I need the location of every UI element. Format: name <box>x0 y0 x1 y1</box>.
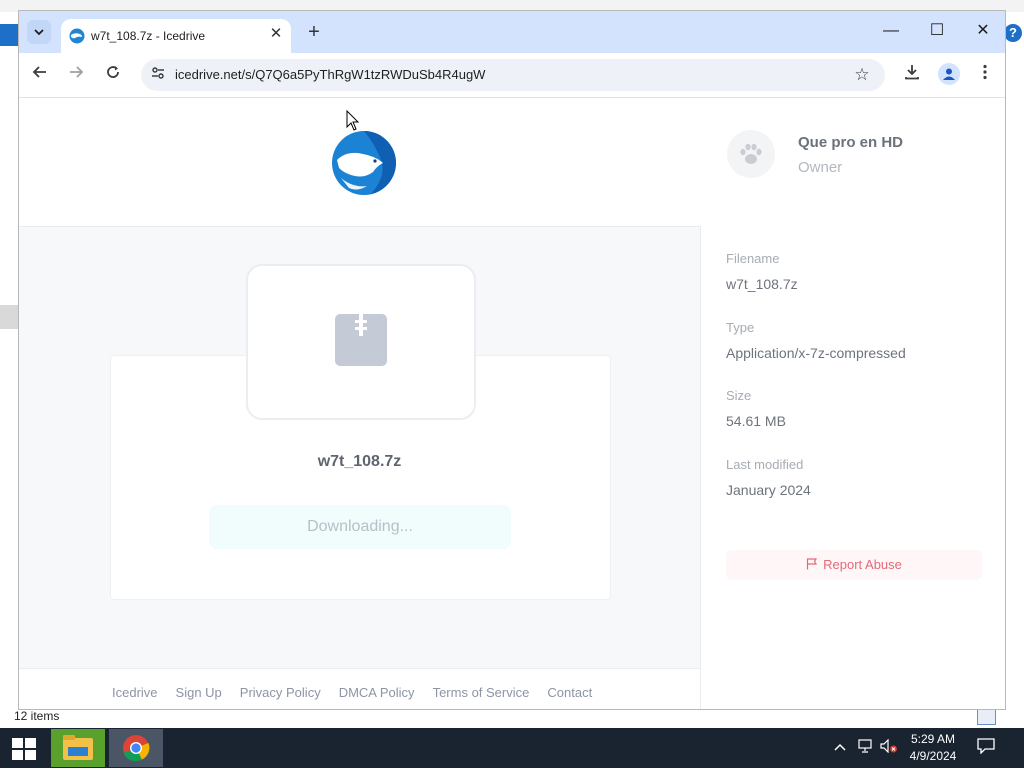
paw-icon <box>740 143 762 164</box>
notifications-icon[interactable] <box>977 738 995 757</box>
taskbar-file-explorer[interactable] <box>51 729 105 767</box>
footer-link-terms-of-service[interactable]: Terms of Service <box>433 685 530 700</box>
profile-avatar[interactable] <box>938 63 960 85</box>
bookmark-star-icon[interactable]: ☆ <box>851 64 873 86</box>
arrow-left-icon <box>32 66 46 78</box>
browser-toolbar: icedrive.net/s/Q7Q6a5PyThRgW1tzRWDuSb4R4… <box>19 53 1005 98</box>
network-icon[interactable] <box>857 739 873 756</box>
arrow-right-icon <box>70 66 84 78</box>
close-window-button[interactable]: ✕ <box>968 19 998 43</box>
mouse-cursor-icon <box>346 110 360 131</box>
menu-button[interactable] <box>973 63 997 87</box>
chevron-down-icon <box>34 29 44 35</box>
file-thumbnail <box>246 264 476 420</box>
explorer-items-count: 12 items <box>14 709 60 723</box>
download-status-button[interactable]: Downloading... <box>209 505 511 549</box>
tab-search-button[interactable] <box>27 20 51 44</box>
url-text[interactable]: icedrive.net/s/Q7Q6a5PyThRgW1tzRWDuSb4R4… <box>175 67 485 82</box>
volume-muted-icon[interactable] <box>880 738 898 756</box>
footer-link-icedrive[interactable]: Icedrive <box>112 685 158 700</box>
more-vert-icon <box>983 64 987 80</box>
page-content: w7t_108.7z Downloading... Icedrive Sign U… <box>19 98 1005 709</box>
help-icon[interactable]: ? <box>1004 24 1022 42</box>
windows-start-icon[interactable] <box>12 738 36 760</box>
site-info-icon[interactable] <box>149 66 167 84</box>
tab-title: w7t_108.7z - Icedrive <box>91 29 206 43</box>
tray-overflow-chevron-icon[interactable] <box>834 739 846 754</box>
back-button[interactable] <box>28 63 52 87</box>
person-icon <box>943 68 955 80</box>
browser-window: w7t_108.7z - Icedrive ✕ + — ☐ ✕ icedrive… <box>18 10 1006 710</box>
file-preview-panel: w7t_108.7z Downloading... Icedrive Sign U… <box>19 98 701 709</box>
report-abuse-button[interactable]: Report Abuse <box>726 550 982 580</box>
detail-label-size: Size <box>726 388 752 403</box>
footer-link-dmca-policy[interactable]: DMCA Policy <box>339 685 415 700</box>
detail-label-filename: Filename <box>726 251 780 266</box>
reload-button[interactable] <box>101 63 125 87</box>
maximize-button[interactable]: ☐ <box>922 19 952 43</box>
icedrive-logo-icon[interactable] <box>331 130 397 196</box>
explorer-view-buttons[interactable] <box>977 709 1019 746</box>
footer-links: Icedrive Sign Up Privacy Policy DMCA Policy… <box>112 684 610 702</box>
owner-avatar <box>727 130 775 178</box>
file-content-area: w7t_108.7z Downloading... <box>19 227 700 668</box>
taskbar-chrome[interactable] <box>109 729 163 767</box>
footer-link-sign-up[interactable]: Sign Up <box>176 685 222 700</box>
detail-value-size: 54.61 MB <box>726 413 786 429</box>
details-view-icon[interactable] <box>977 709 996 725</box>
owner-name: Que pro en HD <box>798 134 904 151</box>
active-tab[interactable]: w7t_108.7z - Icedrive ✕ <box>61 19 291 53</box>
minimize-button[interactable]: — <box>876 19 906 43</box>
explorer-left-edge <box>0 12 18 712</box>
footer-link-privacy-policy[interactable]: Privacy Policy <box>240 685 321 700</box>
owner-role: Owner <box>798 159 843 176</box>
new-tab-button[interactable]: + <box>303 21 325 43</box>
tab-close-icon[interactable]: ✕ <box>268 26 284 42</box>
detail-value-type: Application/x-7z-compressed <box>726 345 906 361</box>
page-header <box>19 98 701 227</box>
explorer-ribbon-tab[interactable] <box>0 24 18 46</box>
icedrive-favicon-icon <box>69 28 85 44</box>
footer-link-contact[interactable]: Contact <box>547 685 592 700</box>
file-details-sidebar: Que pro en HD Owner Filename w7t_108.7z … <box>701 98 1005 709</box>
explorer-selected-item[interactable] <box>0 305 18 329</box>
download-icon <box>905 65 919 80</box>
clock-time[interactable]: 5:29 AM <box>908 732 958 746</box>
clock-date[interactable]: 4/9/2024 <box>903 749 963 763</box>
detail-label-last-modified: Last modified <box>726 457 804 472</box>
reload-icon <box>107 66 119 78</box>
tab-strip: w7t_108.7z - Icedrive ✕ + — ☐ ✕ <box>19 11 1005 53</box>
file-name-heading: w7t_108.7z <box>317 453 402 470</box>
page-footer: Icedrive Sign Up Privacy Policy DMCA Policy… <box>19 668 700 709</box>
taskbar: 5:29 AM 4/9/2024 <box>0 728 1024 768</box>
chrome-icon <box>123 735 150 762</box>
address-bar[interactable]: icedrive.net/s/Q7Q6a5PyThRgW1tzRWDuSb4R4… <box>141 59 885 91</box>
forward-button[interactable] <box>64 63 88 87</box>
folder-icon <box>63 735 93 760</box>
detail-value-last-modified: January 2024 <box>726 482 811 498</box>
report-abuse-label: Report Abuse <box>823 557 902 572</box>
archive-file-icon <box>335 314 387 366</box>
downloads-button[interactable] <box>900 63 924 87</box>
detail-label-type: Type <box>726 320 755 335</box>
detail-value-filename: w7t_108.7z <box>726 276 798 292</box>
flag-icon <box>807 558 818 570</box>
